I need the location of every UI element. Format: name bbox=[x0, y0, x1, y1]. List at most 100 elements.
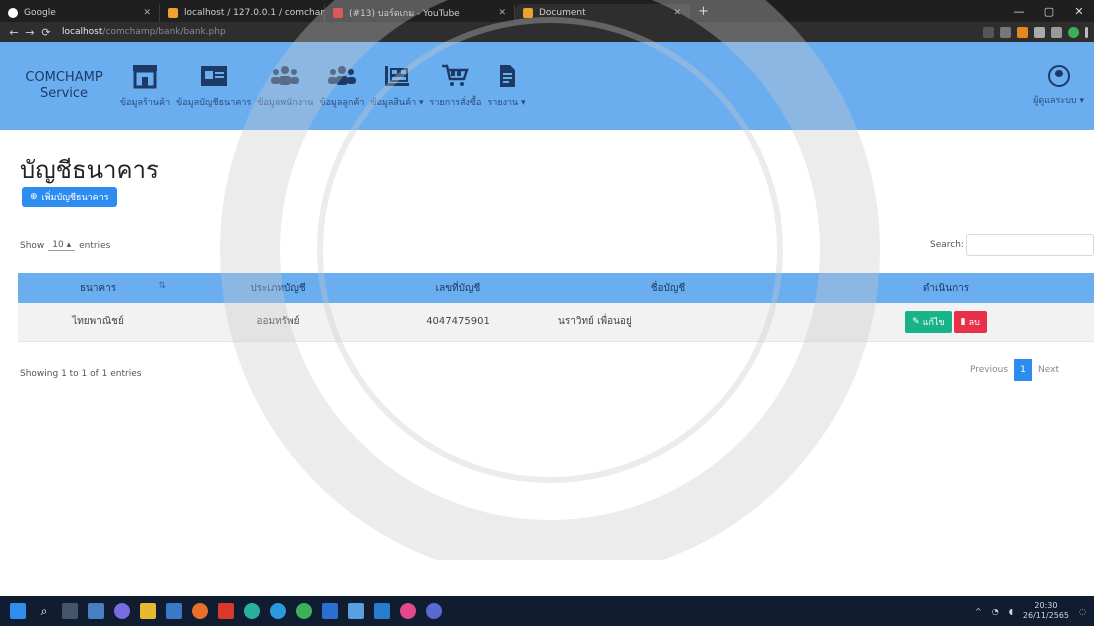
search-label: Search: bbox=[930, 240, 964, 250]
close-icon[interactable]: ✕ bbox=[490, 8, 506, 18]
reload-icon[interactable]: ⟳ bbox=[38, 26, 54, 39]
sidebar-icon[interactable] bbox=[1051, 26, 1062, 38]
extension-icon[interactable] bbox=[1017, 26, 1028, 38]
close-icon[interactable]: ✕ bbox=[665, 8, 681, 18]
nav-item-reports[interactable]: รายงาน ▾ bbox=[487, 63, 526, 109]
window-close-button[interactable]: ✕ bbox=[1064, 5, 1094, 18]
tab-label: Google bbox=[24, 8, 56, 18]
cell-account-name: นราวิทย์ เพื่อนอยู่ bbox=[538, 303, 798, 342]
users-icon bbox=[269, 63, 301, 89]
system-tray: ^ ◔ ◖ 20:30 26/11/2565 ◌ bbox=[975, 601, 1094, 621]
firefox-icon[interactable] bbox=[192, 603, 208, 619]
cart-icon bbox=[439, 63, 471, 89]
column-header-account-name[interactable]: ชื่อบัญชี bbox=[538, 273, 798, 303]
widgets-icon[interactable] bbox=[88, 603, 104, 619]
id-card-icon bbox=[198, 63, 230, 89]
browser-tab[interactable]: localhost / 127.0.0.1 / comchamp ✕ bbox=[160, 4, 325, 22]
window-controls: — ▢ ✕ bbox=[1004, 5, 1094, 18]
url-path: /comchamp/bank/bank.php bbox=[102, 27, 226, 37]
browser-tabstrip: Google ✕ localhost / 127.0.0.1 / comcham… bbox=[0, 0, 1094, 22]
minimize-button[interactable]: — bbox=[1004, 5, 1034, 18]
nav-label: ข้อมูลร้านค้า bbox=[120, 98, 171, 108]
clock[interactable]: 20:30 26/11/2565 bbox=[1023, 601, 1069, 621]
show-entries: Show 10 ▴ entries bbox=[20, 240, 110, 251]
brand[interactable]: COMCHAMP Service bbox=[14, 70, 114, 102]
column-header-account-type[interactable]: ประเภทบัญชี bbox=[178, 273, 378, 303]
cell-account-number: 4047475901 bbox=[378, 303, 538, 342]
user-icon bbox=[1047, 65, 1070, 87]
profile-icon[interactable] bbox=[1068, 26, 1079, 38]
entries-select[interactable]: 10 ▴ bbox=[48, 240, 76, 251]
menu-icon[interactable] bbox=[1085, 26, 1088, 38]
nav-item-orders[interactable]: รายการสั่งซื้อ bbox=[429, 63, 482, 109]
vscode-icon[interactable] bbox=[374, 603, 390, 619]
edge-icon[interactable] bbox=[270, 603, 286, 619]
nav-item-store[interactable]: ข้อมูลร้านค้า bbox=[120, 63, 170, 109]
plus-circle-icon: ⊕ bbox=[30, 192, 38, 202]
address-bar: ← → ⟳ localhost/comchamp/bank/bank.php bbox=[0, 22, 1094, 42]
nav-item-products[interactable]: ข้อมูลสินค้า ▾ bbox=[370, 63, 424, 109]
file-explorer-icon[interactable] bbox=[140, 603, 156, 619]
clock-date: 26/11/2565 bbox=[1022, 611, 1070, 620]
entries-label: entries bbox=[79, 240, 111, 251]
nav-item-employees[interactable]: ข้อมูลพนักงาน bbox=[257, 63, 313, 109]
maximize-button[interactable]: ▢ bbox=[1034, 5, 1064, 18]
mail-icon[interactable] bbox=[322, 603, 338, 619]
edit-icon: ✎ bbox=[912, 316, 920, 327]
nav-label: รายการสั่งซื้อ bbox=[429, 98, 482, 108]
share-icon[interactable] bbox=[983, 26, 994, 38]
store-app-icon[interactable] bbox=[166, 603, 182, 619]
column-header-actions[interactable]: ดำเนินการ bbox=[798, 273, 1094, 303]
url-field[interactable]: localhost/comchamp/bank/bank.php bbox=[62, 27, 226, 37]
paint-icon[interactable] bbox=[400, 603, 416, 619]
nav-label: รายงาน ▾ bbox=[487, 98, 526, 108]
nav-label: ข้อมูลบัญชีธนาคาร bbox=[176, 98, 252, 108]
column-header-bank[interactable]: ธนาคาร ⇅ bbox=[18, 273, 178, 303]
previous-button[interactable]: Previous bbox=[970, 365, 1008, 375]
user-menu[interactable]: ผู้ดูแลระบบ ▾ bbox=[1033, 65, 1084, 107]
close-icon[interactable]: ✕ bbox=[135, 8, 151, 18]
cell-actions: ✎ แก้ไข ▮ ลบ bbox=[798, 303, 1094, 342]
google-icon bbox=[8, 8, 18, 18]
table-row: ไทยพาณิชย์ ออมทรัพย์ 4047475901 นราวิทย์… bbox=[18, 303, 1094, 342]
new-tab-button[interactable]: + bbox=[690, 4, 717, 19]
users-icon bbox=[326, 63, 358, 89]
search-icon[interactable]: ⌕ bbox=[36, 603, 52, 619]
next-button[interactable]: Next bbox=[1038, 365, 1059, 375]
teams-icon[interactable] bbox=[426, 603, 442, 619]
browser-tab[interactable]: (#13) บอร์ดเกม - YouTube ✕ bbox=[325, 4, 515, 22]
table-header-row: ธนาคาร ⇅ ประเภทบัญชี เลขที่บัญชี ชื่อบัญช… bbox=[18, 273, 1094, 303]
star-icon[interactable] bbox=[1000, 26, 1011, 38]
browser-tab-active[interactable]: Document ✕ bbox=[515, 4, 690, 22]
office-icon[interactable] bbox=[218, 603, 234, 619]
cell-bank: ไทยพาณิชย์ bbox=[18, 303, 178, 342]
page-1-button[interactable]: 1 bbox=[1014, 359, 1033, 381]
browser-tab[interactable]: Google ✕ bbox=[0, 4, 160, 22]
tab-label: (#13) บอร์ดเกม - YouTube bbox=[349, 9, 460, 19]
chrome-icon[interactable] bbox=[296, 603, 312, 619]
add-bank-account-button[interactable]: ⊕ เพิ่มบัญชีธนาคาร bbox=[22, 187, 117, 207]
document-icon bbox=[523, 8, 533, 18]
tab-label: localhost / 127.0.0.1 / comchamp bbox=[184, 8, 325, 18]
edit-button[interactable]: ✎ แก้ไข bbox=[905, 310, 952, 333]
chevron-up-icon[interactable]: ^ bbox=[975, 607, 982, 616]
puzzle-icon[interactable] bbox=[1034, 26, 1045, 38]
nav-item-customers[interactable]: ข้อมูลลูกค้า bbox=[319, 63, 364, 109]
settings-icon[interactable] bbox=[244, 603, 260, 619]
chat-icon[interactable] bbox=[114, 603, 130, 619]
nav-item-bank-account[interactable]: ข้อมูลบัญชีธนาคาร bbox=[176, 63, 251, 109]
search-input[interactable] bbox=[966, 234, 1094, 256]
clock-time: 20:30 bbox=[1034, 601, 1058, 610]
network-icon[interactable]: ◔ bbox=[992, 607, 999, 616]
column-header-account-number[interactable]: เลขที่บัญชี bbox=[378, 273, 538, 303]
notification-icon[interactable]: ◌ bbox=[1079, 607, 1086, 616]
windows-start-icon[interactable] bbox=[10, 603, 26, 619]
volume-icon[interactable]: ◖ bbox=[1009, 607, 1013, 616]
taskbar: ⌕ ^ ◔ ◖ 20:30 26/11/2565 ◌ bbox=[0, 596, 1094, 626]
back-icon[interactable]: ← bbox=[6, 26, 22, 39]
header-label: ดำเนินการ bbox=[922, 282, 970, 294]
delete-button[interactable]: ▮ ลบ bbox=[953, 310, 987, 333]
photos-icon[interactable] bbox=[348, 603, 364, 619]
task-view-icon[interactable] bbox=[62, 603, 78, 619]
forward-icon[interactable]: → bbox=[22, 26, 38, 39]
